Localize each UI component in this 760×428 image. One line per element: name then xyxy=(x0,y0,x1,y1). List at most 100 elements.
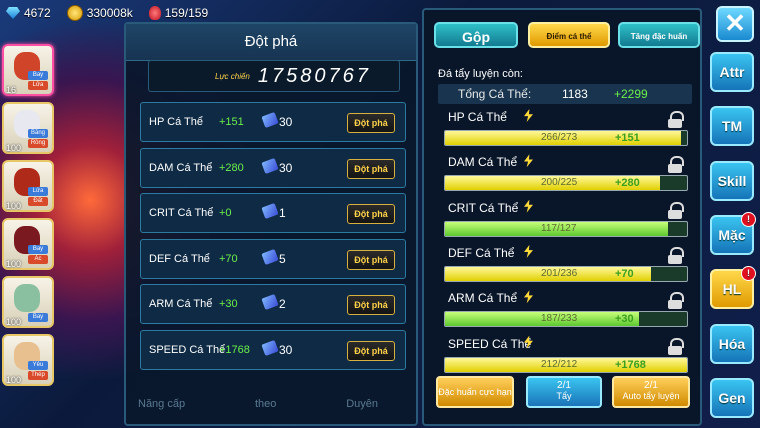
nav-label: Attr xyxy=(719,64,745,80)
stat-name: CRIT Cá Thể xyxy=(448,200,519,215)
combat-power: Lực chiến 17580767 xyxy=(148,60,400,92)
stat-bonus: +151 xyxy=(219,116,244,128)
lock-icon[interactable] xyxy=(668,337,684,355)
stat-progress-bar: 200/225 +280 xyxy=(444,175,688,192)
stat-value: 187/233 xyxy=(541,313,578,325)
nav-mặc[interactable]: Mặc! xyxy=(710,211,756,255)
breakthrough-button[interactable]: Đột phá xyxy=(347,158,395,179)
stat-progress-bar: 187/233 +30 xyxy=(444,311,688,328)
type-tag: Bay xyxy=(28,313,48,322)
lock-icon[interactable] xyxy=(668,111,684,128)
stats-panel: Gộp Điểm cá thể Tăng đặc huấn Đá tẩy luy… xyxy=(422,8,702,426)
lock-icon[interactable] xyxy=(668,156,684,174)
breakthrough-button[interactable]: Đột phá xyxy=(347,113,395,133)
breakthrough-row: HP Cá Thể +151 30 Đột phá xyxy=(140,102,406,142)
close-button[interactable]: ✕ xyxy=(716,6,754,42)
stat-bonus: +30 xyxy=(219,298,238,310)
lock-icon[interactable] xyxy=(668,246,684,264)
party-level: 100 xyxy=(6,317,22,327)
stat-bonus: +70 xyxy=(615,267,634,280)
background-label: Duyên xyxy=(346,398,378,410)
party-slot[interactable]: 100 Bay Ác xyxy=(2,218,54,270)
type-tag: Yêu xyxy=(28,361,48,370)
party-slot[interactable]: 100 Bay xyxy=(2,276,54,328)
total-label: Tổng Cá Thể: xyxy=(458,87,532,101)
tab-individual-points[interactable]: Điểm cá thể xyxy=(528,22,610,48)
breakthrough-row: CRIT Cá Thể +0 1 Đột phá xyxy=(140,193,406,233)
panel-title: Đột phá xyxy=(126,24,416,61)
total-value: 1183 xyxy=(562,87,588,101)
party-level: 100 xyxy=(6,143,22,153)
stat-name: ARM Cá Thể xyxy=(448,291,518,306)
total-bonus: +2299 xyxy=(614,87,648,101)
stat-name: DEF Cá Thể xyxy=(448,245,515,260)
stat-name: HP Cá Thể xyxy=(448,110,507,124)
bolt-icon xyxy=(524,244,533,258)
party-level: 100 xyxy=(6,375,22,385)
auto-refine-button[interactable]: 2/1 Auto tẩy luyện xyxy=(612,376,690,408)
stat-progress-bar: 212/212 +1768 xyxy=(444,356,688,373)
scroll-item-icon xyxy=(261,248,279,265)
party-slot[interactable]: 16 Bay Lửa xyxy=(2,44,54,96)
stat-row: ARM Cá Thể 187/233 +30 xyxy=(444,290,688,335)
tab-merge[interactable]: Gộp xyxy=(434,22,518,48)
bolt-icon xyxy=(524,154,533,168)
tab-special-training[interactable]: Tăng đặc huấn xyxy=(618,22,700,48)
lock-icon[interactable] xyxy=(668,292,684,310)
gems-value: 4672 xyxy=(24,6,51,20)
party-level: 16 xyxy=(6,85,17,95)
breakthrough-button[interactable]: Đột phá xyxy=(347,249,395,270)
gold-value: 330008k xyxy=(86,6,133,20)
stat-value: 266/273 xyxy=(541,132,578,143)
nav-label: HL xyxy=(722,281,742,298)
stat-row: HP Cá Thể 266/273 +151 xyxy=(444,109,688,154)
scroll-item-icon xyxy=(261,157,279,174)
stat-name: ARM Cá Thể xyxy=(149,298,213,310)
party-level: 100 xyxy=(6,201,22,211)
nav-gen[interactable]: Gen xyxy=(710,377,754,418)
type-tag: Ác xyxy=(28,255,48,264)
stat-row: SPEED Cá Thể 212/212 +1768 xyxy=(444,335,688,381)
stat-row: DEF Cá Thể 201/236 +70 xyxy=(444,244,688,290)
type-tag: Lửa xyxy=(28,81,48,90)
type-tag: Lửa xyxy=(28,187,48,196)
type-tag: Đất xyxy=(28,197,48,206)
type-tag: Rồng xyxy=(28,139,48,148)
nav-label: Mặc xyxy=(718,226,746,243)
nav-attr[interactable]: Attr xyxy=(710,52,754,92)
item-count: 30 xyxy=(279,115,293,129)
bolt-icon xyxy=(524,109,533,122)
total-row: Tổng Cá Thể: 1183 +2299 xyxy=(438,84,692,104)
breakthrough-button[interactable]: Đột phá xyxy=(347,295,395,315)
party-slot[interactable]: 100 Yêu Thép xyxy=(2,334,54,386)
stat-value: 200/225 xyxy=(541,177,578,189)
nav-hóa[interactable]: Hóa xyxy=(710,323,754,364)
stat-progress-bar: 266/273 +151 xyxy=(444,130,688,146)
scroll-item-icon xyxy=(261,202,279,220)
type-tag: Bay xyxy=(28,71,48,80)
breakthrough-button[interactable]: Đột phá xyxy=(347,340,395,361)
auto-refine-label: Auto tẩy luyện xyxy=(622,391,680,401)
lock-icon[interactable] xyxy=(668,201,684,219)
gold-counter: 330008k xyxy=(66,5,133,21)
stat-bonus: +0 xyxy=(219,207,232,219)
stat-bonus: +151 xyxy=(615,132,640,144)
nav-skill[interactable]: Skill xyxy=(710,160,754,201)
remain-label: Đá tẩy luyện còn: xyxy=(438,68,523,80)
bolt-icon xyxy=(524,199,533,213)
nav-hl[interactable]: HL! xyxy=(710,266,756,310)
stat-bonus: +280 xyxy=(615,177,640,190)
coin-icon xyxy=(66,5,83,21)
extreme-training-button[interactable]: Đặc huấn cực hạn xyxy=(436,376,514,408)
party-slot[interactable]: 100 Băng Rồng xyxy=(2,102,54,154)
stat-name: DEF Cá Thể xyxy=(149,252,210,265)
breakthrough-button[interactable]: Đột phá xyxy=(347,204,395,224)
nav-tm[interactable]: TM xyxy=(710,106,754,147)
stat-name: SPEED Cá Thể xyxy=(448,336,532,351)
potion-icon xyxy=(148,6,161,20)
stat-progress-bar: 201/236 +70 xyxy=(444,265,688,282)
nav-label: Skill xyxy=(717,172,747,189)
refine-button[interactable]: 2/1 Tẩy xyxy=(526,376,602,408)
breakthrough-row: ARM Cá Thể +30 2 Đột phá xyxy=(140,284,406,324)
party-slot[interactable]: 100 Lửa Đất xyxy=(2,160,54,212)
